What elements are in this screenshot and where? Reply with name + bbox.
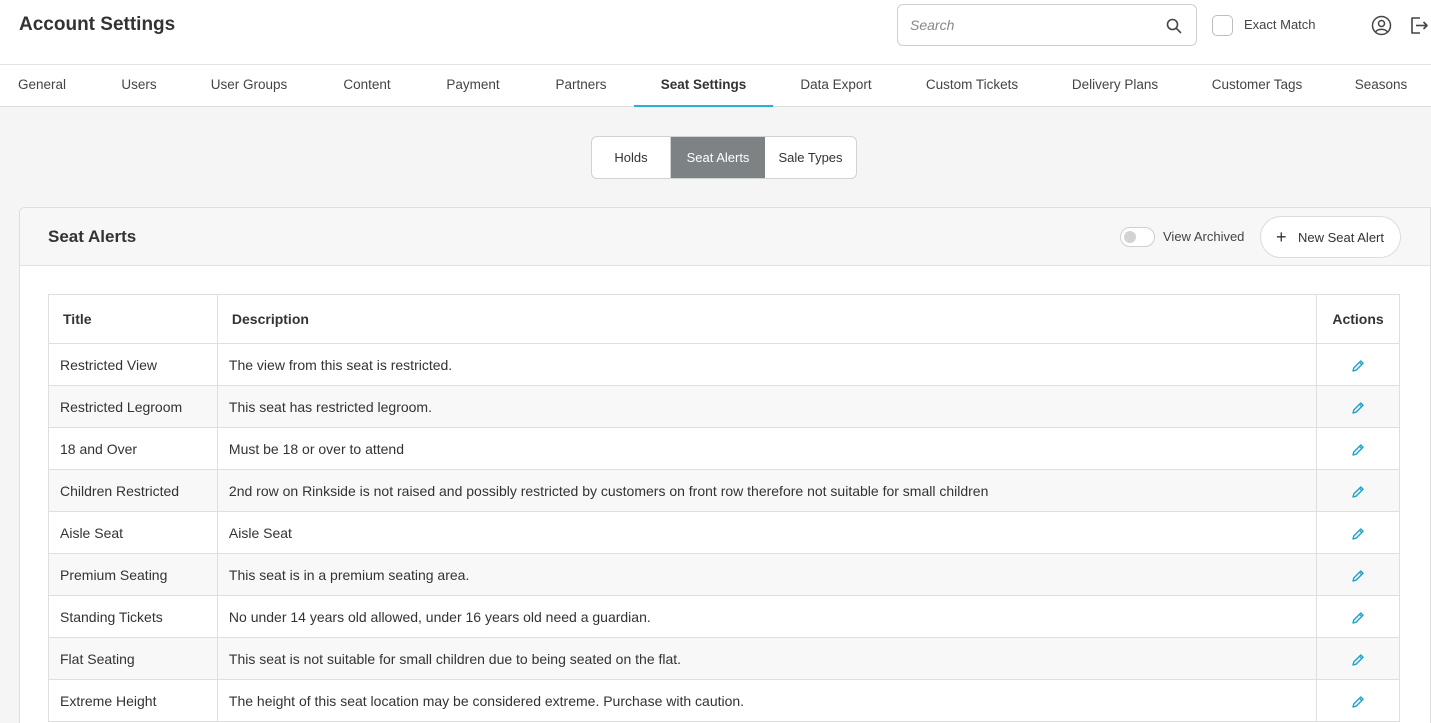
pencil-icon[interactable] — [1351, 653, 1365, 667]
new-seat-alert-button[interactable]: + New Seat Alert — [1260, 216, 1401, 258]
row-actions — [1316, 385, 1400, 428]
subtab-holds[interactable]: Holds — [592, 137, 671, 178]
row-actions — [1316, 427, 1400, 470]
tab-custom-tickets[interactable]: Custom Tickets — [914, 65, 1030, 107]
tab-data-export[interactable]: Data Export — [788, 65, 884, 107]
row-actions — [1316, 637, 1400, 680]
subtab-sale-types[interactable]: Sale Types — [765, 137, 856, 178]
view-archived-label: View Archived — [1163, 229, 1245, 244]
tab-payment[interactable]: Payment — [433, 65, 513, 107]
settings-tabs: General Users User Groups Content Paymen… — [0, 65, 1431, 107]
logout-icon[interactable] — [1408, 15, 1429, 36]
row-description: 2nd row on Rinkside is not raised and po… — [216, 469, 1318, 512]
panel-header: Seat Alerts View Archived + New Seat Ale… — [20, 208, 1430, 266]
table-row: Aisle Seat Aisle Seat — [48, 511, 1400, 554]
header-actions: Actions — [1316, 294, 1400, 344]
subtab-seat-alerts[interactable]: Seat Alerts — [671, 137, 765, 178]
row-description: No under 14 years old allowed, under 16 … — [216, 595, 1318, 638]
row-description: The view from this seat is restricted. — [216, 343, 1318, 386]
table-row: Flat Seating This seat is not suitable f… — [48, 637, 1400, 680]
tab-general[interactable]: General — [0, 65, 84, 107]
pencil-icon[interactable] — [1351, 401, 1365, 415]
user-circle-icon[interactable] — [1371, 15, 1392, 36]
pencil-icon[interactable] — [1351, 695, 1365, 709]
seat-alerts-panel: Seat Alerts View Archived + New Seat Ale… — [19, 207, 1431, 723]
row-actions — [1316, 595, 1400, 638]
table-row: Standing Tickets No under 14 years old a… — [48, 595, 1400, 638]
toggle-knob — [1124, 231, 1136, 243]
table-row: Premium Seating This seat is in a premiu… — [48, 553, 1400, 596]
pencil-icon[interactable] — [1351, 611, 1365, 625]
tab-customer-tags[interactable]: Customer Tags — [1199, 65, 1315, 107]
pencil-icon[interactable] — [1351, 443, 1365, 457]
page-title: Account Settings — [19, 14, 176, 35]
row-title: 18 and Over — [48, 427, 218, 470]
exact-match-checkbox[interactable] — [1212, 15, 1233, 36]
row-title: Restricted View — [48, 343, 218, 386]
row-actions — [1316, 679, 1400, 722]
new-seat-alert-label: New Seat Alert — [1298, 230, 1384, 245]
row-title: Restricted Legroom — [48, 385, 218, 428]
pencil-icon[interactable] — [1351, 485, 1365, 499]
tab-seat-settings[interactable]: Seat Settings — [634, 65, 773, 107]
search-icon[interactable] — [1166, 18, 1182, 34]
seat-alerts-table: Title Description Actions Restricted Vie… — [48, 294, 1400, 722]
row-actions — [1316, 469, 1400, 512]
table-row: 18 and Over Must be 18 or over to attend — [48, 427, 1400, 470]
row-title: Children Restricted — [48, 469, 218, 512]
row-description: Must be 18 or over to attend — [216, 427, 1318, 470]
row-actions — [1316, 553, 1400, 596]
top-bar: Account Settings Exact Match — [0, 0, 1431, 65]
pencil-icon[interactable] — [1351, 359, 1365, 373]
row-title: Flat Seating — [48, 637, 218, 680]
table-header-row: Title Description Actions — [48, 294, 1400, 344]
row-title: Extreme Height — [48, 679, 218, 722]
row-title: Premium Seating — [48, 553, 218, 596]
search-input[interactable] — [910, 5, 1160, 45]
exact-match-label: Exact Match — [1244, 17, 1316, 32]
header-description: Description — [216, 294, 1318, 344]
search-box[interactable] — [897, 4, 1197, 46]
table-row: Extreme Height The height of this seat l… — [48, 679, 1400, 722]
row-actions — [1316, 343, 1400, 386]
tab-user-groups[interactable]: User Groups — [197, 65, 301, 107]
table-row: Restricted Legroom This seat has restric… — [48, 385, 1400, 428]
tab-partners[interactable]: Partners — [541, 65, 621, 107]
seat-settings-subtabs: Holds Seat Alerts Sale Types — [591, 136, 857, 179]
pencil-icon[interactable] — [1351, 527, 1365, 541]
row-description: This seat is not suitable for small chil… — [216, 637, 1318, 680]
pencil-icon[interactable] — [1351, 569, 1365, 583]
view-archived-toggle[interactable] — [1120, 227, 1155, 247]
row-title: Aisle Seat — [48, 511, 218, 554]
tab-content[interactable]: Content — [328, 65, 406, 107]
tab-seasons[interactable]: Seasons — [1346, 65, 1416, 107]
plus-icon: + — [1276, 227, 1287, 247]
tab-delivery-plans[interactable]: Delivery Plans — [1060, 65, 1170, 107]
row-actions — [1316, 511, 1400, 554]
row-description: This seat has restricted legroom. — [216, 385, 1318, 428]
panel-title: Seat Alerts — [48, 227, 137, 246]
table-row: Restricted View The view from this seat … — [48, 343, 1400, 386]
row-title: Standing Tickets — [48, 595, 218, 638]
table-row: Children Restricted 2nd row on Rinkside … — [48, 469, 1400, 512]
header-title: Title — [48, 294, 218, 344]
row-description: Aisle Seat — [216, 511, 1318, 554]
row-description: This seat is in a premium seating area. — [216, 553, 1318, 596]
row-description: The height of this seat location may be … — [216, 679, 1318, 722]
tab-users[interactable]: Users — [108, 65, 170, 107]
